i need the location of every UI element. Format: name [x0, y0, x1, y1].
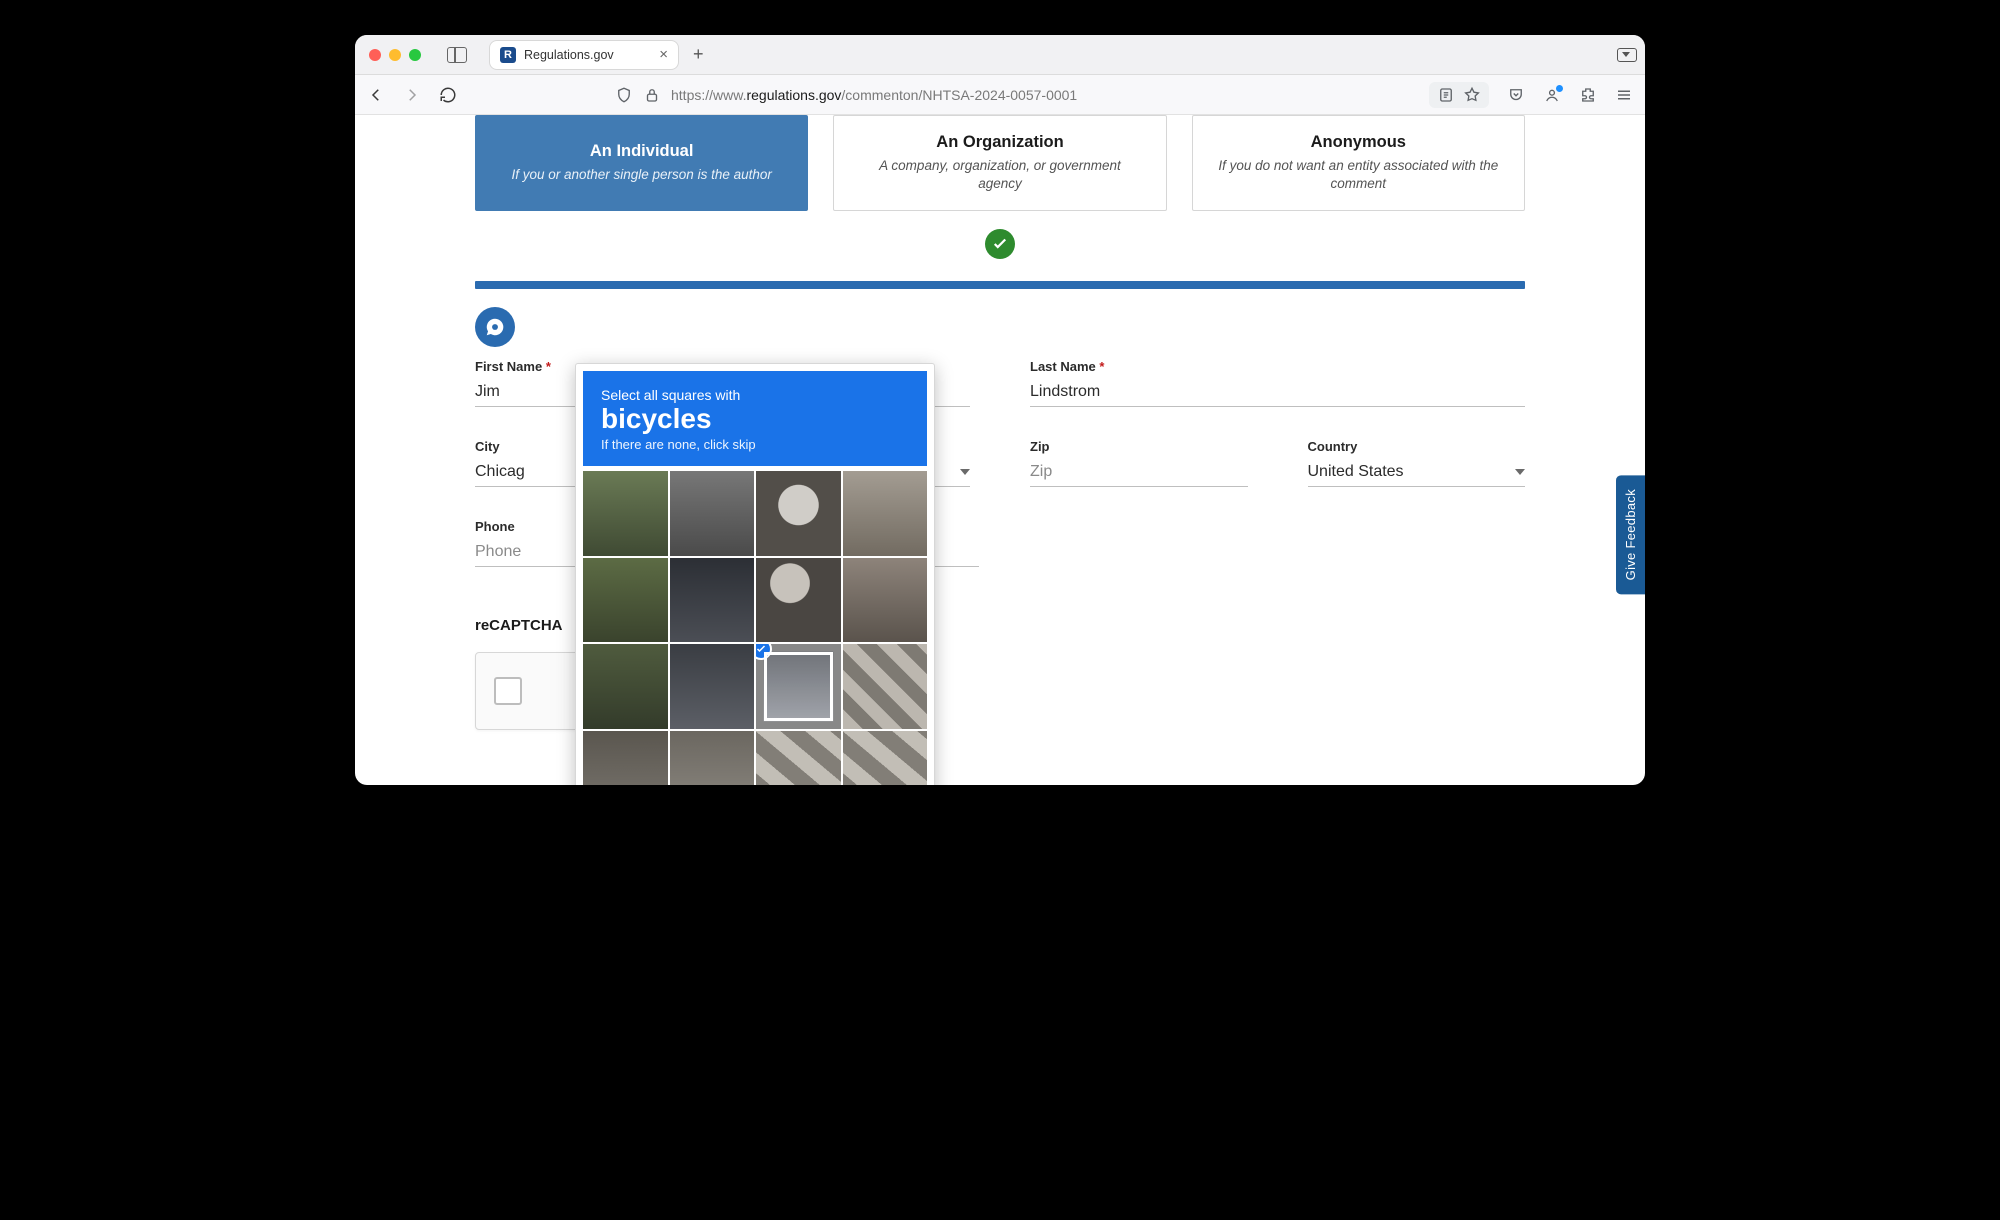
page-content: An Individual If you or another single p… [355, 115, 1645, 785]
url-text: https://www.regulations.gov/commenton/NH… [671, 87, 1077, 103]
favicon-icon: R [500, 47, 516, 63]
country-group: Country United States [1308, 439, 1526, 487]
bookmark-star-icon[interactable] [1463, 86, 1481, 104]
check-icon [756, 644, 772, 660]
toolbar-right [1429, 82, 1633, 108]
captcha-tile[interactable] [583, 471, 668, 556]
close-window-button[interactable] [369, 49, 381, 61]
tab-bar: R Regulations.gov × + [355, 35, 1645, 75]
captcha-tile[interactable] [670, 558, 755, 643]
country-select[interactable]: United States [1308, 458, 1526, 487]
captcha-grid [583, 471, 927, 785]
shield-icon [615, 86, 633, 104]
captcha-tile[interactable] [756, 558, 841, 643]
last-name-input[interactable] [1030, 378, 1525, 407]
captcha-tile[interactable] [843, 558, 928, 643]
forward-button[interactable] [403, 86, 421, 104]
tab-close-button[interactable]: × [659, 46, 668, 63]
lock-icon [643, 86, 661, 104]
card-title: An Organization [859, 133, 1140, 152]
card-desc: A company, organization, or government a… [859, 157, 1140, 193]
captcha-tile[interactable] [756, 471, 841, 556]
pocket-icon[interactable] [1507, 86, 1525, 104]
captcha-instruction: Select all squares with [601, 387, 909, 403]
captcha-header: Select all squares with bicycles If ther… [583, 371, 927, 466]
url-bar: https://www.regulations.gov/commenton/NH… [355, 75, 1645, 115]
app-menu-icon[interactable] [1615, 86, 1633, 104]
card-title: An Individual [501, 142, 782, 161]
captcha-tile[interactable] [756, 644, 841, 729]
sidebar-toggle-icon[interactable] [447, 47, 467, 63]
account-icon[interactable] [1543, 86, 1561, 104]
captcha-tile[interactable] [670, 731, 755, 785]
all-tabs-button[interactable] [1617, 48, 1637, 62]
card-title: Anonymous [1218, 133, 1499, 152]
chevron-down-icon [960, 469, 970, 475]
captcha-tile[interactable] [670, 644, 755, 729]
country-value: United States [1308, 463, 1404, 481]
captcha-hint: If there are none, click skip [601, 437, 909, 452]
tab-title: Regulations.gov [524, 48, 651, 62]
browser-tab[interactable]: R Regulations.gov × [489, 40, 679, 70]
zip-group: Zip [1030, 439, 1248, 487]
captcha-tile[interactable] [583, 644, 668, 729]
country-label: Country [1308, 439, 1526, 454]
identity-cards: An Individual If you or another single p… [475, 115, 1525, 211]
back-button[interactable] [367, 86, 385, 104]
zip-input[interactable] [1030, 458, 1248, 487]
last-name-label: Last Name * [1030, 359, 1525, 374]
selection-check-icon [985, 229, 1015, 259]
browser-window: R Regulations.gov × + https://www.regula… [355, 35, 1645, 785]
captcha-tile[interactable] [756, 731, 841, 785]
minimize-window-button[interactable] [389, 49, 401, 61]
captcha-tile[interactable] [843, 471, 928, 556]
chevron-down-icon [1515, 469, 1525, 475]
captcha-challenge: Select all squares with bicycles If ther… [575, 363, 935, 785]
reload-button[interactable] [439, 86, 457, 104]
section-divider [475, 281, 1525, 289]
window-controls [369, 49, 421, 61]
captcha-tile[interactable] [583, 558, 668, 643]
card-anonymous[interactable]: Anonymous If you do not want an entity a… [1192, 115, 1525, 211]
bookmark-group [1429, 82, 1489, 108]
zip-label: Zip [1030, 439, 1248, 454]
captcha-tile[interactable] [843, 731, 928, 785]
reader-mode-icon[interactable] [1437, 86, 1455, 104]
address-bar[interactable]: https://www.regulations.gov/commenton/NH… [615, 86, 1311, 104]
recaptcha-checkbox[interactable] [494, 677, 522, 705]
last-name-group: Last Name * [1030, 359, 1525, 407]
extensions-icon[interactable] [1579, 86, 1597, 104]
captcha-tile[interactable] [583, 731, 668, 785]
maximize-window-button[interactable] [409, 49, 421, 61]
card-desc: If you do not want an entity associated … [1218, 157, 1499, 193]
comment-bubble-icon [475, 307, 515, 347]
card-individual[interactable]: An Individual If you or another single p… [475, 115, 808, 211]
feedback-tab[interactable]: Give Feedback [1616, 475, 1645, 594]
captcha-tile[interactable] [843, 644, 928, 729]
card-organization[interactable]: An Organization A company, organization,… [833, 115, 1166, 211]
new-tab-button[interactable]: + [687, 44, 710, 65]
card-desc: If you or another single person is the a… [501, 166, 782, 184]
captcha-target: bicycles [601, 403, 909, 435]
captcha-tile[interactable] [670, 471, 755, 556]
